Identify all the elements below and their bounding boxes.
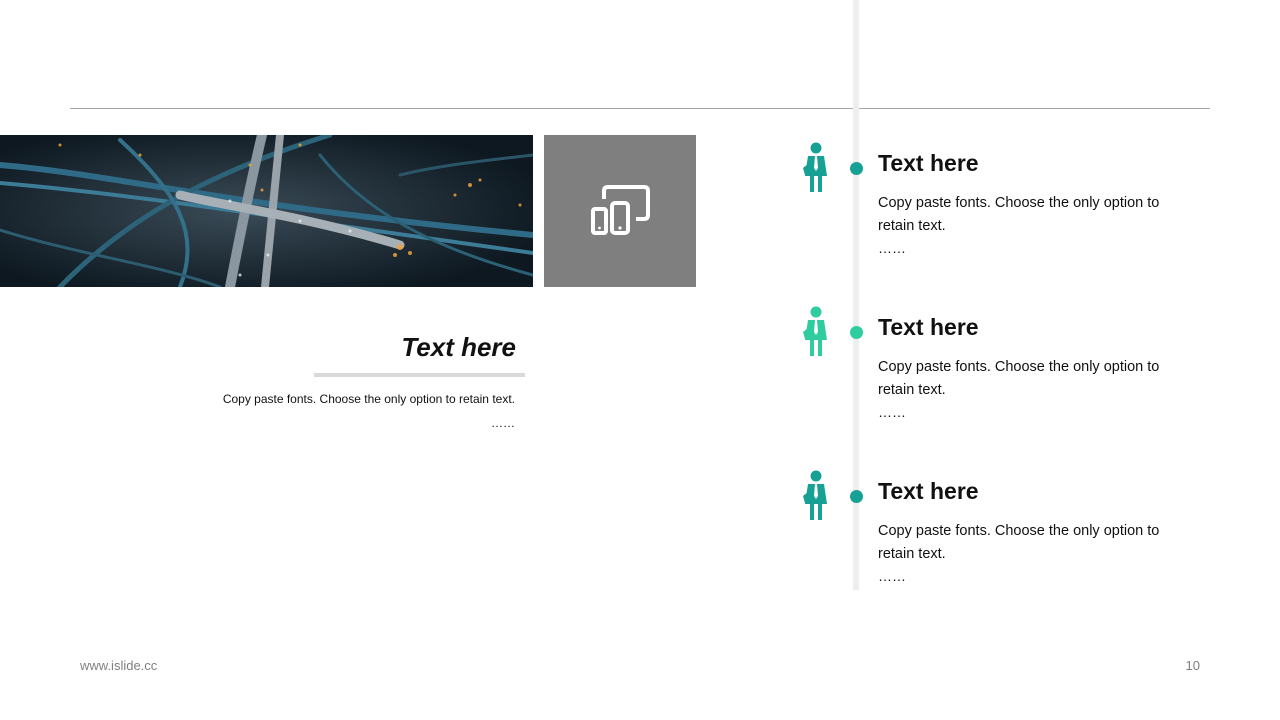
left-body-text: Copy paste fonts. Choose the only option…: [222, 392, 515, 406]
item-ellipsis: ……: [878, 568, 906, 584]
businessman-icon: [803, 306, 827, 356]
left-title: Text here: [401, 332, 516, 362]
timeline-item: Text here Copy paste fonts. Choose the o…: [800, 470, 1180, 600]
businessman-icon: [803, 142, 827, 192]
devices-icon-tile: [544, 135, 696, 287]
timeline-dot: [850, 162, 863, 175]
item-ellipsis: ……: [878, 240, 906, 256]
devices-icon: [591, 185, 650, 235]
timeline-dot: [850, 490, 863, 503]
header-divider: [70, 108, 1210, 109]
item-title: Text here: [878, 150, 979, 176]
highway-photo: [0, 135, 533, 287]
item-body: Copy paste fonts. Choose the only option…: [878, 523, 1160, 562]
item-title: Text here: [878, 314, 979, 340]
item-ellipsis: ……: [878, 404, 906, 420]
timeline-item: Text here Copy paste fonts. Choose the o…: [800, 142, 1180, 272]
timeline-dot: [850, 326, 863, 339]
footer-url[interactable]: www.islide.cc: [80, 658, 157, 673]
item-title: Text here: [878, 478, 979, 504]
businessman-icon: [803, 470, 827, 520]
page-number: 10: [1185, 658, 1200, 673]
item-body: Copy paste fonts. Choose the only option…: [878, 359, 1160, 398]
item-body: Copy paste fonts. Choose the only option…: [878, 195, 1160, 234]
left-ellipsis: ……: [491, 416, 515, 430]
timeline-item: Text here Copy paste fonts. Choose the o…: [800, 306, 1180, 436]
title-underline: [314, 373, 525, 377]
